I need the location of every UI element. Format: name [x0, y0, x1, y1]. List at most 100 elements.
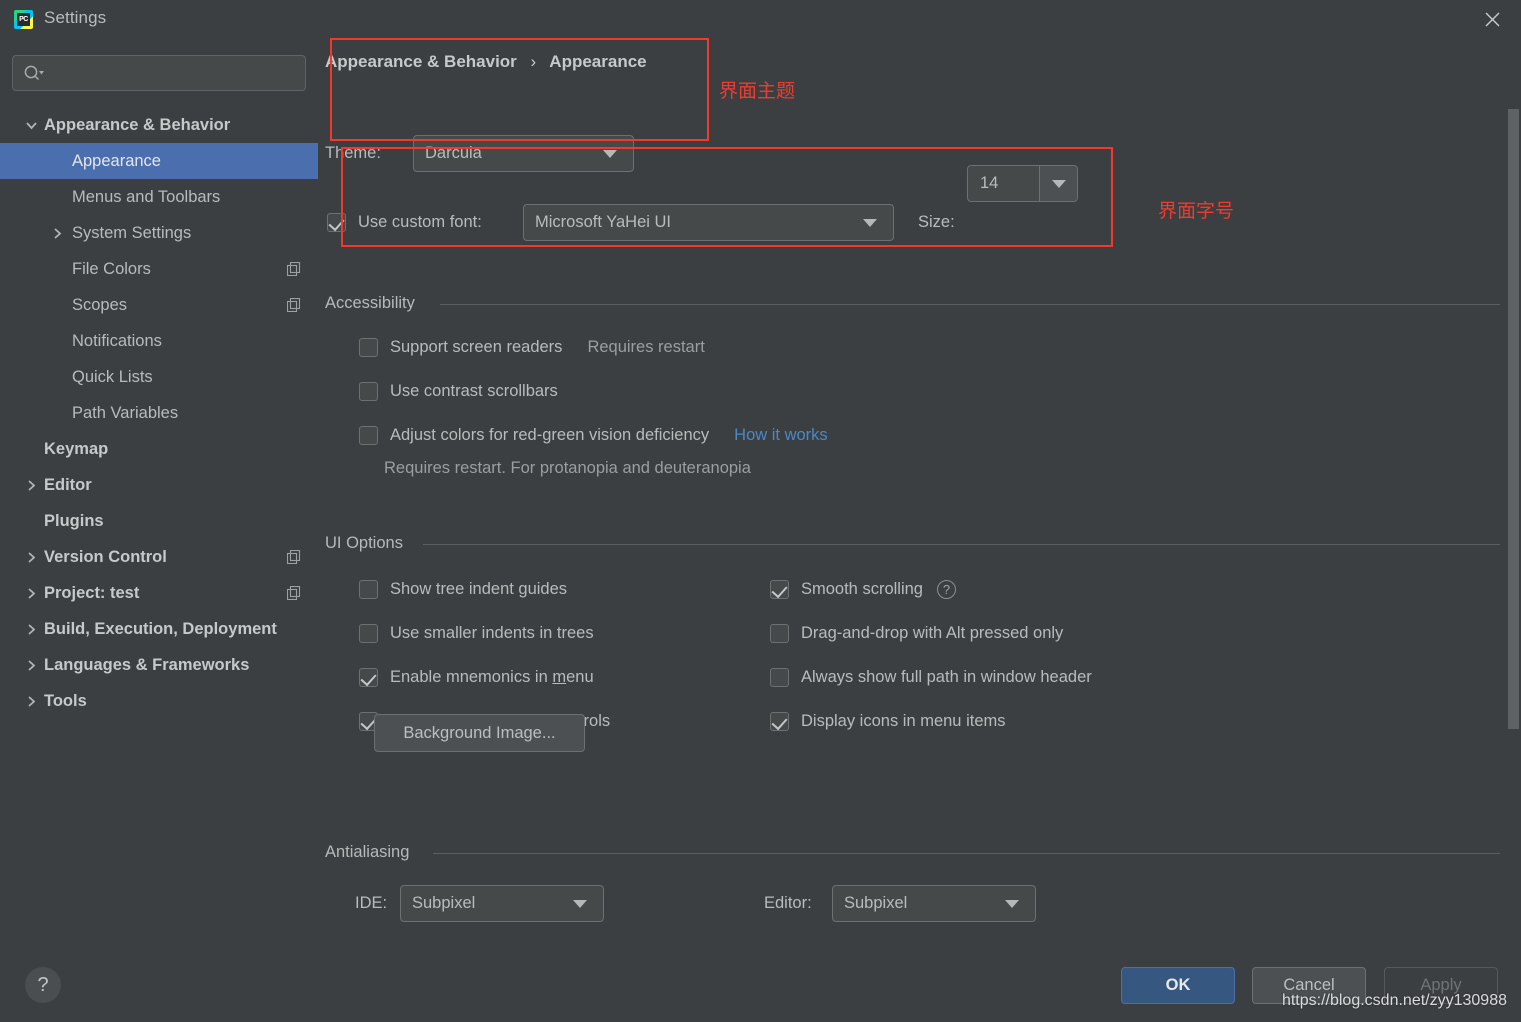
close-icon[interactable] [1463, 0, 1521, 39]
show-tree-indent-guides-label: Show tree indent guides [390, 580, 568, 598]
background-image-button[interactable]: Background Image... [374, 714, 585, 752]
sidebar-item-project-test[interactable]: Project: test [0, 575, 318, 611]
window-title: Settings [44, 8, 107, 27]
sidebar-item-appearance[interactable]: Appearance [0, 143, 318, 179]
sidebar-item-build-execution-deployment[interactable]: Build, Execution, Deployment [0, 611, 318, 647]
sidebar-item-plugins[interactable]: Plugins [0, 503, 318, 539]
drag-and-drop-alt-label: Drag-and-drop with Alt pressed only [801, 624, 1064, 642]
chevron-right-icon[interactable] [20, 467, 42, 503]
chevron-down-icon[interactable] [20, 107, 42, 143]
always-show-full-path-checkbox[interactable] [770, 668, 789, 687]
use-contrast-scrollbars-label: Use contrast scrollbars [390, 382, 558, 400]
sidebar-item-label: Plugins [44, 511, 104, 530]
show-tree-indent-guides-checkbox[interactable] [359, 580, 378, 599]
chevron-right-icon[interactable] [20, 647, 42, 683]
sidebar-item-label: Editor [44, 475, 92, 494]
use-contrast-scrollbars-checkbox[interactable] [359, 382, 378, 401]
ui-options-section-title: UI Options [325, 534, 403, 552]
display-icons-menu-items-checkbox[interactable] [770, 712, 789, 731]
sidebar-item-label: Appearance [72, 151, 161, 170]
adjust-colors-checkbox[interactable] [359, 426, 378, 445]
search-icon [23, 64, 45, 82]
chevron-right-icon[interactable] [20, 575, 42, 611]
sidebar-item-languages-frameworks[interactable]: Languages & Frameworks [0, 647, 318, 683]
display-icons-menu-items-row[interactable]: Display icons in menu items [770, 712, 1006, 731]
chevron-right-icon[interactable] [46, 215, 68, 251]
copy-settings-icon[interactable] [286, 585, 301, 601]
search-box[interactable] [12, 55, 306, 91]
search-input[interactable] [45, 62, 285, 84]
sidebar-item-label: Build, Execution, Deployment [44, 619, 277, 638]
sidebar-item-label: Version Control [44, 547, 167, 566]
chevron-right-icon[interactable] [20, 611, 42, 647]
sidebar-item-system-settings[interactable]: System Settings [0, 215, 318, 251]
support-screen-readers-checkbox[interactable] [359, 338, 378, 357]
pycharm-icon-text: PC [17, 13, 30, 26]
content-scrollbar-track[interactable] [1505, 39, 1521, 956]
enable-mnemonics-menu-row[interactable]: Enable mnemonics in menu [359, 668, 594, 687]
smooth-scrolling-label: Smooth scrolling [801, 580, 923, 598]
accessibility-divider [440, 304, 1500, 305]
content-scrollbar-thumb[interactable] [1508, 109, 1519, 729]
help-button[interactable]: ? [25, 967, 61, 1003]
sidebar-item-path-variables[interactable]: Path Variables [0, 395, 318, 431]
sidebar-item-scopes[interactable]: Scopes [0, 287, 318, 323]
smooth-scrolling-checkbox[interactable] [770, 580, 789, 599]
use-contrast-scrollbars-row[interactable]: Use contrast scrollbars [359, 382, 558, 401]
copy-settings-icon[interactable] [286, 297, 301, 313]
sidebar-item-menus-and-toolbars[interactable]: Menus and Toolbars [0, 179, 318, 215]
support-screen-readers-row[interactable]: Support screen readers Requires restart [359, 338, 705, 357]
pycharm-icon: PC [14, 10, 33, 29]
chevron-down-icon [1005, 899, 1019, 908]
accessibility-section-title: Accessibility [325, 294, 415, 312]
title-bar: PC Settings [0, 0, 1521, 39]
display-icons-menu-items-label: Display icons in menu items [801, 712, 1006, 730]
sidebar-item-tools[interactable]: Tools [0, 683, 318, 719]
enable-mnemonics-menu-checkbox[interactable] [359, 668, 378, 687]
use-smaller-indents-label: Use smaller indents in trees [390, 624, 594, 642]
show-tree-indent-guides-row[interactable]: Show tree indent guides [359, 580, 567, 599]
sidebar-item-label: Scopes [72, 295, 128, 314]
how-it-works-link[interactable]: How it works [734, 426, 828, 445]
sidebar-item-appearance-behavior[interactable]: Appearance & Behavior [0, 107, 318, 143]
sidebar-item-label: Keymap [44, 439, 109, 458]
font-annotation-text: 界面字号 [1158, 201, 1235, 222]
sidebar-item-label: Notifications [72, 331, 162, 350]
use-smaller-indents-checkbox[interactable] [359, 624, 378, 643]
chevron-down-icon [573, 899, 587, 908]
smooth-scrolling-help-icon[interactable]: ? [936, 580, 956, 599]
sidebar-item-file-colors[interactable]: File Colors [0, 251, 318, 287]
sidebar-item-label: Path Variables [72, 403, 179, 422]
sidebar-item-label: Project: test [44, 583, 140, 602]
sidebar-item-label: Appearance & Behavior [44, 115, 231, 134]
sidebar-item-quick-lists[interactable]: Quick Lists [0, 359, 318, 395]
copy-settings-icon[interactable] [286, 261, 301, 277]
chevron-right-icon[interactable] [20, 683, 42, 719]
always-show-full-path-row[interactable]: Always show full path in window header [770, 668, 1092, 687]
sidebar-item-notifications[interactable]: Notifications [0, 323, 318, 359]
support-screen-readers-label: Support screen readers [390, 338, 563, 356]
settings-dialog: PC Settings Appearance & Behavior Appear… [0, 0, 1521, 1022]
sidebar-item-editor[interactable]: Editor [0, 467, 318, 503]
antialiasing-section-title: Antialiasing [325, 843, 410, 861]
use-smaller-indents-row[interactable]: Use smaller indents in trees [359, 624, 594, 643]
editor-antialiasing-label: Editor: [764, 894, 812, 912]
theme-annotation-text: 界面主题 [719, 81, 796, 102]
accessibility-sub-note: Requires restart. For protanopia and deu… [384, 459, 751, 477]
ui-options-divider [423, 544, 1500, 545]
antialiasing-divider [433, 853, 1500, 854]
sidebar-item-version-control[interactable]: Version Control [0, 539, 318, 575]
adjust-colors-row[interactable]: Adjust colors for red-green vision defic… [359, 426, 828, 445]
copy-settings-icon[interactable] [286, 549, 301, 565]
smooth-scrolling-row[interactable]: Smooth scrolling ? [770, 580, 956, 599]
ide-antialiasing-select[interactable]: Subpixel [400, 885, 604, 922]
chevron-right-icon[interactable] [20, 539, 42, 575]
support-screen-readers-note: Requires restart [587, 338, 705, 356]
ok-button[interactable]: OK [1121, 967, 1235, 1004]
drag-and-drop-alt-checkbox[interactable] [770, 624, 789, 643]
sidebar-item-label: System Settings [72, 223, 192, 242]
editor-antialiasing-select[interactable]: Subpixel [832, 885, 1036, 922]
drag-and-drop-alt-row[interactable]: Drag-and-drop with Alt pressed only [770, 624, 1063, 643]
sidebar-item-label: Tools [44, 691, 87, 710]
sidebar-item-keymap[interactable]: Keymap [0, 431, 318, 467]
